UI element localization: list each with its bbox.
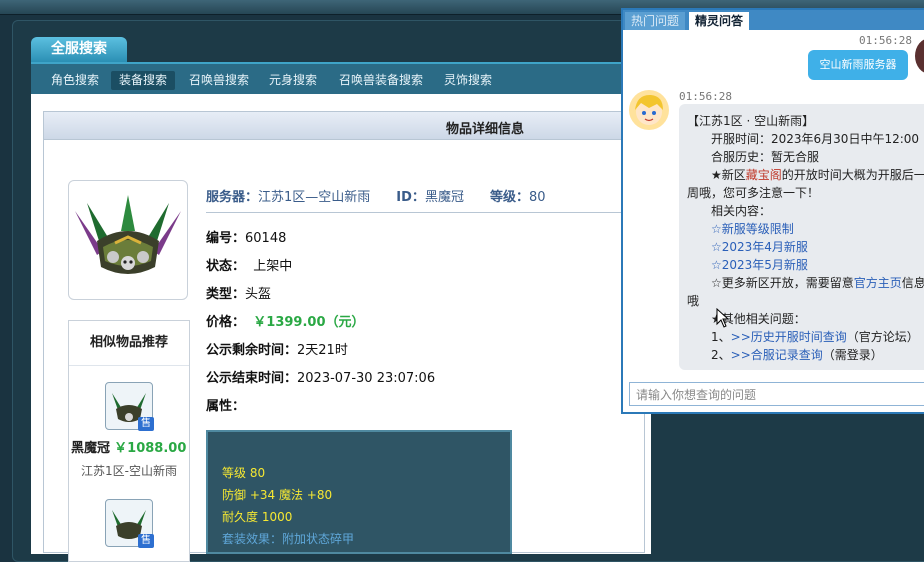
summary-divider [206, 212, 626, 213]
tab-global-search[interactable]: 全服搜索 [31, 37, 127, 62]
end-time-value: 2023-07-30 23:07:06 [297, 371, 436, 386]
reply-merge-history: 合服历史：暂无合服 [711, 150, 820, 164]
link-april-new-server[interactable]: ☆2023年4月新服 [711, 238, 808, 255]
similar-item-row[interactable]: 黑魔冠 ￥1088.00 [71, 437, 186, 456]
price-label: 价格： [206, 315, 246, 330]
link-merge-records[interactable]: >>合服记录查询 [731, 348, 823, 362]
reply-q2: 2、>>合服记录查询（需登录） [711, 346, 883, 363]
elf-avatar-icon [635, 94, 663, 125]
type-value: 头盔 [245, 287, 272, 302]
user-avatar [915, 38, 924, 74]
reply-notice-suffix: 的开放时间大概为开服后一 [781, 168, 924, 182]
serial-value: 60148 [245, 231, 287, 246]
level-value: 80 [528, 190, 546, 205]
tab-hot-questions[interactable]: 热门问题 [625, 12, 686, 30]
serial-row: 编号：60148 [206, 227, 286, 246]
stat-durability: 耐久度 1000 [222, 510, 293, 524]
stat-defense-magic: 防御 +34 魔法 +80 [222, 488, 333, 502]
serial-label: 编号： [206, 231, 246, 246]
similar-item-thumb[interactable]: 售 [105, 382, 154, 431]
stat-set-effect: 套装效果：附加状态碎甲 [222, 532, 355, 546]
reply-q1: 1、>>历史开服时间查询（官方论坛） [711, 328, 919, 345]
item-image [68, 180, 188, 300]
self-message: 空山新雨服务器 [808, 50, 908, 80]
similar-item-thumb[interactable]: 售 [105, 499, 154, 548]
similar-items-title: 相似物品推荐 [69, 321, 189, 366]
bot-avatar [629, 90, 669, 130]
reply-more-suffix: 信息 [901, 276, 924, 290]
reply-more-prefix: ☆更多新区开放，需要留意 [711, 276, 854, 290]
similar-item-server: 江苏1区-空山新雨 [81, 464, 177, 478]
similar-item-price: ￥1088.00 [114, 441, 187, 456]
nav-equipment-search[interactable]: 装备搜索 [111, 71, 176, 90]
link-open-history[interactable]: >>历史开服时间查询 [731, 330, 847, 344]
reply-more-cont: 哦 [687, 294, 700, 308]
mouse-cursor-icon [716, 308, 730, 328]
type-label: 类型： [206, 287, 246, 302]
status-value: 上架中 [253, 259, 293, 274]
status-row: 状态： 上架中 [206, 255, 292, 274]
reply-more-line: ☆更多新区开放，需要留意官方主页信息 [711, 274, 924, 291]
remain-value: 2天21时 [297, 343, 348, 358]
detail-panel-title: 物品详细信息 [446, 122, 525, 137]
id-value: 黑魔冠 [424, 190, 464, 205]
reply-open-time: 开服时间：2023年6月30日中午12:00 [711, 132, 920, 146]
status-label: 状态： [206, 259, 246, 274]
search-nav: 角色搜索 装备搜索 召唤兽搜索 元身搜索 召唤兽装备搜索 灵饰搜索 [31, 62, 651, 96]
reply-notice-prefix: ★新区 [711, 168, 746, 182]
q2-note: （需登录） [822, 348, 883, 362]
question-input[interactable]: 请输入你想查询的问题 [629, 382, 924, 406]
similar-item-name: 黑魔冠 [71, 441, 111, 456]
attr-label: 属性： [206, 399, 246, 414]
nav-yuanshen-search[interactable]: 元身搜索 [261, 71, 325, 90]
level-label: 等级： [489, 190, 529, 205]
price-row: 价格： ￥1399.00（元） [206, 311, 365, 330]
nav-ornament-search[interactable]: 灵饰搜索 [436, 71, 500, 90]
reply-heading: 【江苏1区 · 空山新雨】 [687, 114, 815, 128]
reply-related-label: 相关内容： [711, 204, 772, 218]
q2-index: 2、 [711, 348, 731, 362]
reply-notice-line: ★新区藏宝阁的开放时间大概为开服后一 [711, 166, 924, 183]
nav-role-search[interactable]: 角色搜索 [43, 71, 107, 90]
end-time-row: 公示结束时间：2023-07-30 23:07:06 [206, 367, 435, 386]
link-official-homepage[interactable]: 官方主页 [854, 276, 902, 290]
server-label: 服务器： [206, 190, 259, 205]
attr-row: 属性： [206, 395, 245, 414]
stats-box: 等级 80 防御 +34 魔法 +80 耐久度 1000 套装效果：附加状态碎甲 [206, 430, 512, 554]
helmet-icon [75, 195, 181, 274]
nav-summon-equip-search[interactable]: 召唤兽装备搜索 [331, 71, 431, 90]
price-value: ￥1399.00（元） [253, 315, 365, 330]
remain-label: 公示剩余时间： [206, 343, 298, 358]
stat-level: 等级 80 [222, 466, 266, 480]
q1-note: （官方论坛） [846, 330, 919, 344]
link-cangbaoge[interactable]: 藏宝阁 [746, 168, 782, 182]
sale-badge: 售 [138, 417, 154, 431]
self-message-time: 01:56:28 [859, 34, 912, 47]
item-summary-line: 服务器：江苏1区—空山新雨 ID：黑魔冠 等级：80 [206, 186, 546, 205]
bot-reply-bubble: 【江苏1区 · 空山新雨】 开服时间：2023年6月30日中午12:00 合服历… [679, 104, 924, 370]
id-label: ID： [396, 190, 425, 205]
link-level-limit[interactable]: ☆新服等级限制 [711, 220, 794, 237]
detail-panel-header [44, 112, 624, 140]
server-value: 江苏1区—空山新雨 [258, 190, 371, 205]
end-time-label: 公示结束时间： [206, 371, 298, 386]
bot-message-time: 01:56:28 [679, 90, 732, 103]
nav-summon-search[interactable]: 召唤兽搜索 [181, 71, 257, 90]
q1-index: 1、 [711, 330, 731, 344]
tab-spirit-qa[interactable]: 精灵问答 [689, 12, 750, 30]
sale-badge: 售 [138, 534, 154, 548]
chat-tab-bar: 热门问题 精灵问答 [623, 10, 924, 30]
remain-row: 公示剩余时间：2天21时 [206, 339, 348, 358]
reply-notice-cont: 周哦，您可多注意一下！ [687, 186, 820, 200]
similar-items-panel: 相似物品推荐 售 黑魔冠 ￥1088.00 江苏1区-空山新雨 售 [68, 320, 190, 562]
type-row: 类型：头盔 [206, 283, 271, 302]
link-may-new-server[interactable]: ☆2023年5月新服 [711, 256, 808, 273]
qa-chat-window: 热门问题 精灵问答 CC直播 01:56:28 空山新雨服务器 01:56:28… [621, 8, 924, 414]
